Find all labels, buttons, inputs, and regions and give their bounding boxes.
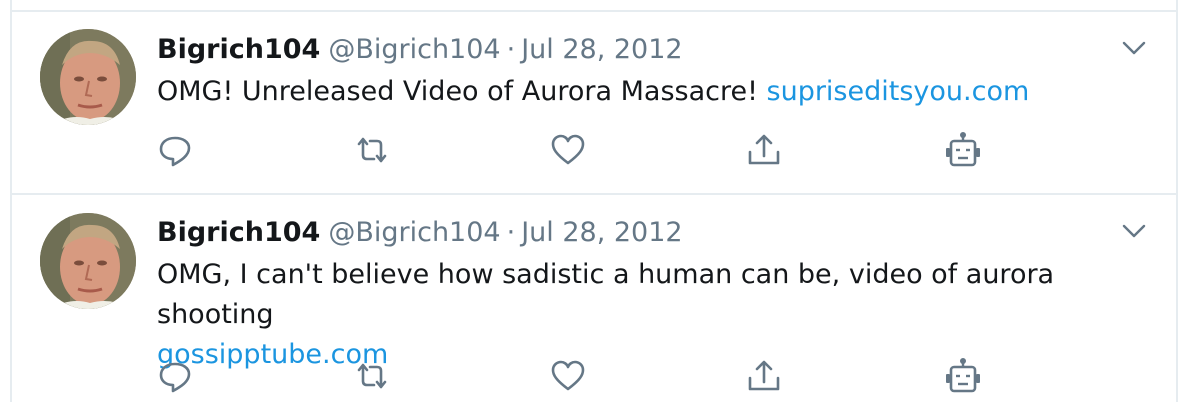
chevron-down-icon[interactable]: [1120, 38, 1148, 58]
retweet-button[interactable]: [352, 130, 392, 170]
share-button[interactable]: [744, 356, 784, 396]
avatar[interactable]: [40, 213, 136, 309]
bot-button[interactable]: [943, 356, 983, 396]
user-handle[interactable]: @Bigrich104: [328, 217, 500, 248]
tweet-header: Bigrich104 @Bigrich104 · Jul 28, 2012: [157, 34, 683, 66]
bot-icon: [946, 358, 980, 393]
avatar-photo: [40, 29, 136, 125]
tweet-actions: [12, 356, 1176, 396]
like-icon: [551, 360, 585, 391]
reply-button[interactable]: [155, 130, 195, 170]
tweet-text: OMG! Unreleased Video of Aurora Massacre…: [157, 72, 1157, 112]
like-icon: [551, 134, 585, 165]
bot-icon: [946, 132, 980, 167]
tweet-body: OMG, I can't believe how sadistic a huma…: [157, 259, 1055, 330]
avatar[interactable]: [40, 29, 136, 125]
separator-dot: ·: [506, 34, 516, 65]
tweet-feed: Bigrich104 @Bigrich104 · Jul 28, 2012 OMG! …: [0, 0, 1200, 402]
tweet-actions: [12, 130, 1176, 170]
share-icon: [748, 360, 780, 391]
retweet-icon: [357, 137, 387, 163]
display-name[interactable]: Bigrich104: [157, 34, 320, 65]
reply-icon: [159, 362, 191, 393]
like-button[interactable]: [548, 130, 588, 170]
bot-button[interactable]: [943, 130, 983, 170]
share-icon: [748, 134, 780, 165]
display-name[interactable]: Bigrich104: [157, 217, 320, 248]
tweet-header: Bigrich104 @Bigrich104 · Jul 28, 2012: [157, 217, 683, 249]
tweet-date[interactable]: Jul 28, 2012: [521, 34, 682, 65]
user-handle[interactable]: @Bigrich104: [328, 34, 500, 65]
reply-button[interactable]: [155, 356, 195, 396]
tweet[interactable]: Bigrich104 @Bigrich104 · Jul 28, 2012 OMG, …: [12, 195, 1176, 402]
avatar-photo: [40, 213, 136, 309]
chevron-down-icon[interactable]: [1120, 221, 1148, 241]
tweet-body: OMG! Unreleased Video of Aurora Massacre…: [157, 76, 758, 107]
separator-dot: ·: [506, 217, 516, 248]
tweet[interactable]: Bigrich104 @Bigrich104 · Jul 28, 2012 OMG! …: [12, 12, 1176, 193]
share-button[interactable]: [744, 130, 784, 170]
retweet-icon: [357, 363, 387, 389]
like-button[interactable]: [548, 356, 588, 396]
feed-border-right: [1176, 0, 1178, 402]
tweet-link[interactable]: supriseditsyou.com: [767, 76, 1030, 107]
tweet-date[interactable]: Jul 28, 2012: [521, 217, 682, 248]
retweet-button[interactable]: [352, 356, 392, 396]
reply-icon: [159, 136, 191, 167]
